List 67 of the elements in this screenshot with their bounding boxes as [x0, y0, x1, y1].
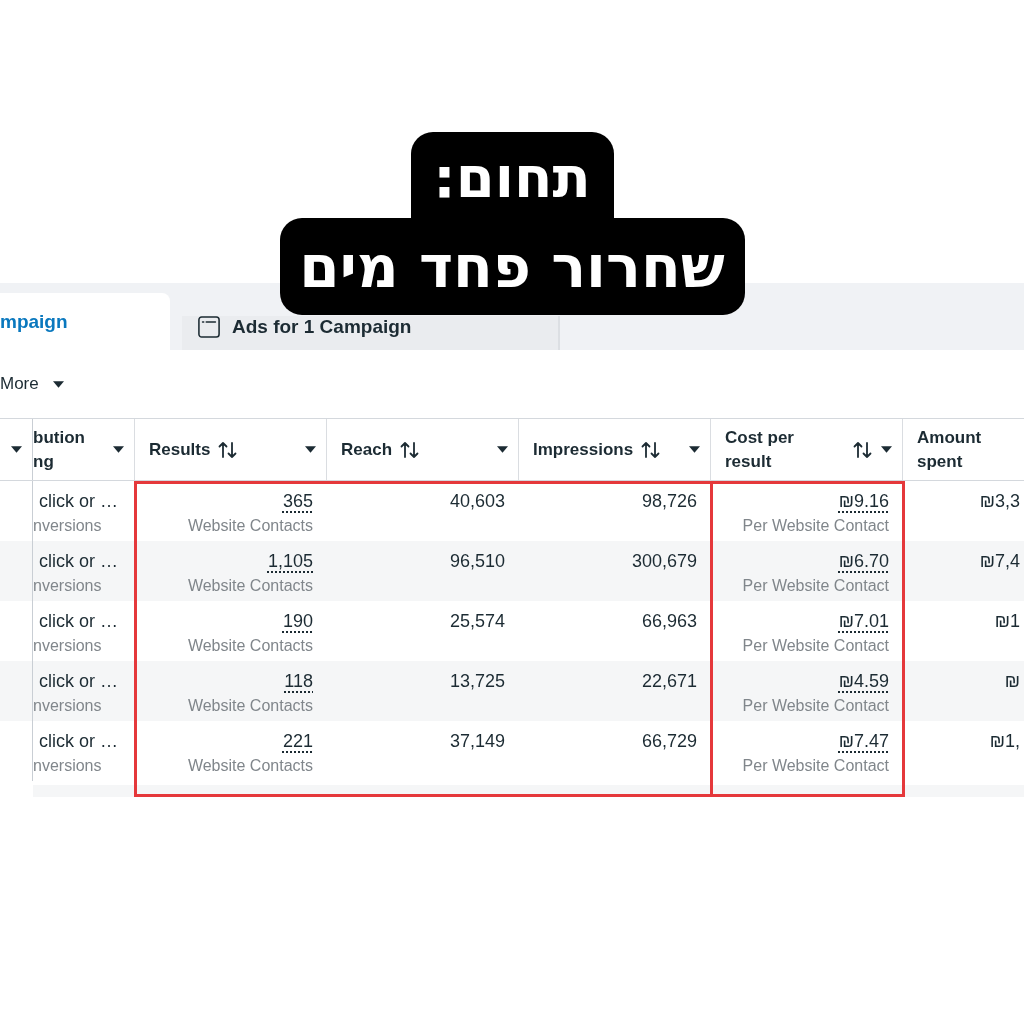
cell-value: ₪1 [994, 610, 1020, 633]
cell-value: 96,510 [449, 550, 505, 573]
column-label: Impressions [533, 438, 634, 461]
cell-value: 22,671 [641, 670, 697, 693]
cell-value: 25,574 [449, 610, 505, 633]
window-icon [198, 316, 220, 338]
cell-value[interactable]: ₪7.47 [838, 729, 889, 753]
cell-caption: Per Website Contact [742, 576, 889, 596]
cell-value: 13,725 [449, 670, 505, 693]
cell-caption: Website Contacts [187, 696, 313, 716]
cell-value: click or … [39, 670, 118, 693]
cell-caption: Per Website Contact [742, 516, 889, 536]
cell-value: ₪ [1004, 670, 1020, 693]
cell-value: ₪7,4 [979, 550, 1020, 573]
sort-icon[interactable] [400, 440, 421, 459]
cell-caption: nversions [33, 516, 102, 536]
cell-value: click or … [39, 730, 118, 753]
caret-down-icon[interactable] [113, 446, 124, 453]
cell-caption: Website Contacts [187, 636, 313, 656]
caret-down-icon[interactable] [881, 446, 892, 453]
cell-caption: Per Website Contact [742, 636, 889, 656]
cell-caption: nversions [33, 576, 102, 596]
topic-title: שחרור פחד מים [279, 218, 745, 315]
tab[interactable]: mpaign [0, 293, 170, 350]
cell-value[interactable]: ₪4.59 [838, 669, 889, 693]
cell-value[interactable]: 118 [284, 669, 313, 693]
cell-value: 40,603 [449, 490, 505, 513]
caret-down-icon[interactable] [689, 446, 700, 453]
cell-caption: Website Contacts [187, 576, 313, 596]
caret-down-icon[interactable] [497, 446, 508, 453]
caret-down-icon[interactable] [10, 446, 22, 453]
cell-caption: nversions [33, 696, 102, 716]
sort-icon[interactable] [641, 440, 662, 459]
cell-value: 37,149 [449, 730, 505, 753]
cell-value: 300,679 [631, 550, 697, 573]
cell-value: click or … [39, 490, 118, 513]
cell-caption: Website Contacts [187, 516, 313, 536]
cell-value: click or … [39, 550, 118, 573]
cell-value[interactable]: ₪9.16 [838, 489, 889, 513]
cell-caption: Per Website Contact [742, 756, 889, 776]
column-label: Cost per result [725, 426, 795, 473]
column-label: Amount spent [917, 426, 983, 473]
cell-caption: Per Website Contact [742, 696, 889, 716]
cell-value: 98,726 [641, 490, 697, 513]
cell-value[interactable]: 190 [282, 609, 313, 633]
cell-value[interactable]: 221 [282, 729, 313, 753]
cell-caption: nversions [33, 756, 102, 776]
column-label: Results [149, 438, 211, 461]
column-label: Reach [341, 438, 393, 461]
cell-value[interactable]: 1,105 [267, 549, 313, 573]
cell-caption: nversions [33, 636, 102, 656]
cell-value[interactable]: ₪7.01 [838, 609, 889, 633]
cell-value: click or … [39, 610, 118, 633]
caret-down-icon[interactable] [305, 446, 316, 453]
tab[interactable]: Ads for 1 Campaign [182, 316, 560, 350]
cell-value[interactable]: ₪6.70 [838, 549, 889, 573]
cell-value: ₪1, [989, 730, 1020, 753]
more-button[interactable]: More [0, 371, 64, 397]
sort-icon[interactable] [853, 440, 873, 459]
sort-icon[interactable] [218, 440, 239, 459]
cell-caption: Website Contacts [187, 756, 313, 776]
cell-value: 66,963 [641, 610, 697, 633]
cell-value: 66,729 [641, 730, 697, 753]
cell-value[interactable]: 365 [282, 489, 313, 513]
column-label: bution ng [33, 426, 86, 473]
caret-down-icon[interactable] [52, 380, 64, 388]
cell-value: ₪3,3 [979, 490, 1020, 513]
